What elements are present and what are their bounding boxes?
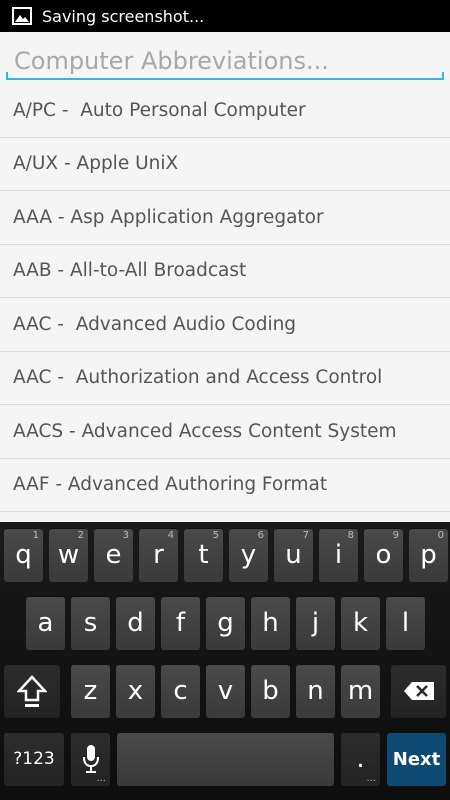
key-m[interactable]: m (341, 664, 380, 718)
period-key-label: . (356, 744, 365, 774)
key-v-label: v (217, 676, 234, 706)
key-z[interactable]: z (71, 664, 110, 718)
symbols-key[interactable]: ?123 (4, 732, 64, 786)
search-underline (6, 72, 444, 80)
list-item[interactable]: AACS - Advanced Access Content System (0, 405, 450, 459)
key-x[interactable]: x (116, 664, 155, 718)
key-n[interactable]: n (296, 664, 335, 718)
key-j[interactable]: j (296, 596, 335, 650)
status-text: Saving screenshot... (42, 6, 205, 26)
key-i-label: i (334, 540, 343, 570)
key-b[interactable]: b (251, 664, 290, 718)
key-c-label: c (173, 676, 188, 706)
image-icon (12, 7, 32, 25)
key-o[interactable]: o9 (364, 528, 403, 582)
key-u[interactable]: u7 (274, 528, 313, 582)
period-key-hint: ... (366, 773, 376, 784)
key-b-label: b (262, 676, 279, 706)
list-item[interactable]: AAA - Asp Application Aggregator (0, 191, 450, 245)
key-x-label: x (127, 676, 144, 706)
next-key-label: Next (392, 748, 441, 770)
period-key[interactable]: .... (341, 732, 380, 786)
key-v[interactable]: v (206, 664, 245, 718)
key-t[interactable]: t5 (184, 528, 223, 582)
key-s[interactable]: s (71, 596, 110, 650)
key-w-label: w (57, 540, 80, 570)
key-j-label: j (311, 608, 320, 638)
key-t-hint: 5 (212, 530, 219, 541)
key-l-label: l (401, 608, 410, 638)
soft-keyboard: q 1 w 2 e 3 r 4 t 5 y 6 u 7 i 8 o 9 p 0 a s d f g h j k l z x c v b n m ?123… (0, 522, 450, 800)
key-e[interactable]: e3 (94, 528, 133, 582)
list-item[interactable]: AAB - All-to-All Broadcast (0, 244, 450, 298)
key-h-label: h (262, 608, 279, 638)
key-h[interactable]: h (251, 596, 290, 650)
key-q-label: q (15, 540, 32, 570)
key-k-label: k (352, 608, 369, 638)
key-s-label: s (83, 608, 98, 638)
shift-key[interactable] (4, 664, 60, 718)
key-l[interactable]: l (386, 596, 425, 650)
key-a[interactable]: a (26, 596, 65, 650)
key-t-label: t (198, 540, 209, 570)
status-bar: Saving screenshot... (0, 0, 450, 32)
key-e-label: e (105, 540, 122, 570)
key-p-hint: 0 (437, 530, 444, 541)
search-bar (0, 32, 450, 84)
abbreviation-list: A/PC - Auto Personal Computer A/UX - Appl… (0, 84, 450, 512)
key-u-hint: 7 (302, 530, 309, 541)
backspace-icon (403, 682, 434, 700)
key-q[interactable]: q1 (4, 528, 43, 582)
next-key[interactable]: Next (387, 732, 446, 786)
list-item[interactable]: A/PC - Auto Personal Computer (0, 84, 450, 138)
key-r[interactable]: r4 (139, 528, 178, 582)
key-r-label: r (153, 540, 164, 570)
backspace-key[interactable] (391, 664, 446, 718)
microphone-icon (82, 745, 99, 773)
search-input[interactable] (6, 42, 446, 80)
key-c[interactable]: c (161, 664, 200, 718)
key-d[interactable]: d (116, 596, 155, 650)
symbols-key-label: ?123 (13, 749, 55, 769)
key-o-label: o (375, 540, 392, 570)
key-p[interactable]: p0 (409, 528, 448, 582)
list-item[interactable]: AAF - Advanced Authoring Format (0, 458, 450, 512)
key-r-hint: 4 (167, 530, 174, 541)
mic-key[interactable]: ... (71, 732, 110, 786)
key-y[interactable]: y6 (229, 528, 268, 582)
key-g-label: g (217, 608, 234, 638)
key-y-label: y (240, 540, 257, 570)
key-f[interactable]: f (161, 596, 200, 650)
list-item[interactable]: AAC - Authorization and Access Control (0, 351, 450, 405)
app-content: A/PC - Auto Personal ComputerA/UX - Appl… (0, 32, 450, 522)
key-u-label: u (285, 540, 302, 570)
key-o-hint: 9 (392, 530, 399, 541)
key-p-label: p (420, 540, 437, 570)
key-k[interactable]: k (341, 596, 380, 650)
key-w-hint: 2 (77, 530, 84, 541)
key-z-label: z (83, 676, 98, 706)
key-g[interactable]: g (206, 596, 245, 650)
key-y-hint: 6 (257, 530, 264, 541)
key-a-label: a (37, 608, 54, 638)
key-d-label: d (127, 608, 144, 638)
mic-key-hint: ... (96, 773, 106, 784)
key-i-hint: 8 (347, 530, 354, 541)
shift-icon (17, 675, 47, 707)
space-key[interactable] (117, 732, 334, 786)
key-n-label: n (307, 676, 324, 706)
key-i[interactable]: i8 (319, 528, 358, 582)
key-e-hint: 3 (122, 530, 129, 541)
key-q-hint: 1 (32, 530, 39, 541)
key-m-label: m (347, 676, 374, 706)
list-item[interactable]: A/UX - Apple UniX (0, 137, 450, 191)
key-f-label: f (175, 608, 186, 638)
list-item[interactable]: AAC - Advanced Audio Coding (0, 298, 450, 352)
key-w[interactable]: w2 (49, 528, 88, 582)
